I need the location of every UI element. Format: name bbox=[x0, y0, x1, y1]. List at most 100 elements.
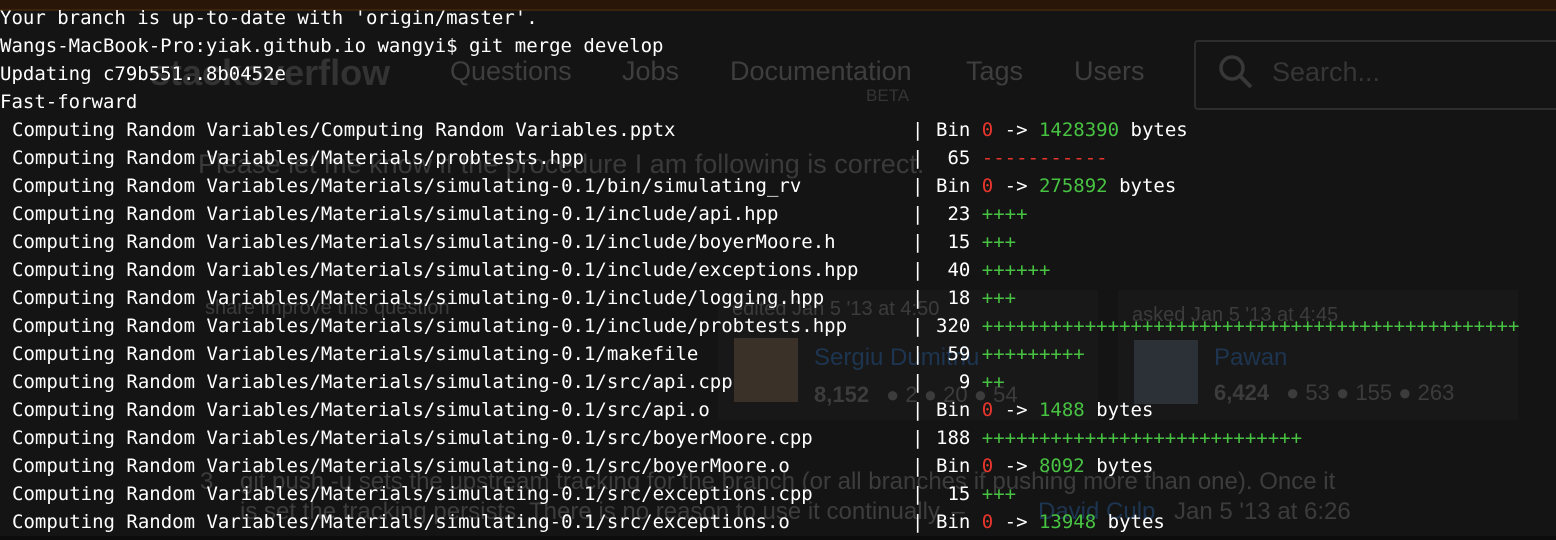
file-path: Computing Random Variables/Materials/sim… bbox=[12, 399, 710, 421]
change-count: 15 bbox=[936, 231, 982, 253]
terminal-command-line: Wangs-MacBook-Pro:yiak.github.io wangyi$… bbox=[0, 35, 664, 57]
change-stat: Bin 0 -> 1428390 bytes bbox=[936, 116, 1188, 144]
file-path: Computing Random Variables/Materials/sim… bbox=[12, 287, 825, 309]
change-stat: 18 +++ bbox=[936, 284, 1016, 312]
diffstat-row: Computing Random Variables/Materials/sim… bbox=[0, 368, 1556, 396]
diffstat-row: Computing Random Variables/Materials/sim… bbox=[0, 396, 1556, 424]
column-separator: | bbox=[912, 399, 924, 421]
change-count: 40 bbox=[936, 259, 982, 281]
column-separator: | bbox=[912, 511, 924, 533]
file-path: Computing Random Variables/Materials/sim… bbox=[12, 511, 790, 533]
bin-label: Bin bbox=[936, 399, 982, 421]
column-separator: | bbox=[912, 371, 924, 393]
bytes-after: 8092 bbox=[1038, 455, 1085, 477]
arrow: -> bbox=[993, 455, 1039, 477]
bytes-label: bytes bbox=[1107, 175, 1177, 197]
column-separator: | bbox=[912, 231, 924, 253]
terminal-window[interactable]: Your branch is up-to-date with 'origin/m… bbox=[0, 0, 1556, 540]
diffstat-row: Computing Random Variables/Materials/sim… bbox=[0, 312, 1556, 340]
bytes-before: 0 bbox=[981, 511, 994, 533]
bytes-after: 1428390 bbox=[1038, 119, 1120, 141]
bytes-after: 275892 bbox=[1038, 175, 1108, 197]
diffstat-row: Computing Random Variables/Materials/sim… bbox=[0, 256, 1556, 284]
additions-bar: +++ bbox=[981, 287, 1017, 309]
bytes-label: bytes bbox=[1084, 399, 1154, 421]
change-stat: Bin 0 -> 1488 bytes bbox=[936, 396, 1153, 424]
bin-label: Bin bbox=[936, 511, 982, 533]
change-count: 18 bbox=[936, 287, 982, 309]
additions-bar: ++++ bbox=[981, 203, 1028, 225]
bytes-after: 13948 bbox=[1038, 511, 1097, 533]
column-separator: | bbox=[912, 287, 924, 309]
column-separator: | bbox=[912, 147, 924, 169]
diffstat-row: Computing Random Variables/Materials/sim… bbox=[0, 452, 1556, 480]
bytes-before: 0 bbox=[981, 455, 994, 477]
file-path: Computing Random Variables/Materials/sim… bbox=[12, 175, 802, 197]
diffstat-list: Computing Random Variables/Computing Ran… bbox=[0, 116, 1556, 536]
change-stat: 188 ++++++++++++++++++++++++++++ bbox=[936, 424, 1302, 452]
change-stat: 40 ++++++ bbox=[936, 256, 1050, 284]
bytes-after: 1488 bbox=[1038, 399, 1085, 421]
additions-bar: ++++++++++++++++++++++++++++++++++++++++… bbox=[981, 315, 1520, 337]
bytes-label: bytes bbox=[1119, 119, 1188, 141]
deletions-bar: ----------- bbox=[981, 147, 1108, 169]
change-stat: 59 +++++++++ bbox=[936, 340, 1085, 368]
column-separator: | bbox=[912, 259, 924, 281]
file-path: Computing Random Variables/Materials/sim… bbox=[12, 483, 813, 505]
diffstat-row: Computing Random Variables/Materials/sim… bbox=[0, 172, 1556, 200]
terminal-fast-forward-line: Fast-forward bbox=[0, 91, 138, 113]
diffstat-row: Computing Random Variables/Materials/sim… bbox=[0, 480, 1556, 508]
diffstat-row: Computing Random Variables/Materials/sim… bbox=[0, 284, 1556, 312]
additions-bar: +++ bbox=[981, 483, 1017, 505]
change-stat: 320 ++++++++++++++++++++++++++++++++++++… bbox=[936, 312, 1519, 340]
change-count: 65 bbox=[936, 147, 982, 169]
diffstat-row: Computing Random Variables/Materials/sim… bbox=[0, 424, 1556, 452]
change-count: 23 bbox=[936, 203, 982, 225]
change-count: 15 bbox=[936, 483, 982, 505]
additions-bar: ++ bbox=[981, 371, 1005, 393]
additions-bar: +++++++++ bbox=[981, 343, 1085, 365]
change-count: 59 bbox=[936, 343, 982, 365]
additions-bar: ++++++ bbox=[981, 259, 1051, 281]
diffstat-row: Computing Random Variables/Materials/sim… bbox=[0, 228, 1556, 256]
column-separator: | bbox=[912, 315, 924, 337]
diffstat-row: Computing Random Variables/Materials/sim… bbox=[0, 200, 1556, 228]
bin-label: Bin bbox=[936, 119, 982, 141]
column-separator: | bbox=[912, 427, 924, 449]
file-path: Computing Random Variables/Materials/sim… bbox=[12, 259, 859, 281]
change-stat: Bin 0 -> 275892 bytes bbox=[936, 172, 1176, 200]
change-stat: 23 ++++ bbox=[936, 200, 1028, 228]
column-separator: | bbox=[912, 483, 924, 505]
change-stat: 15 +++ bbox=[936, 480, 1016, 508]
file-path: Computing Random Variables/Computing Ran… bbox=[12, 119, 676, 141]
bytes-before: 0 bbox=[981, 399, 994, 421]
terminal-updating-line: Updating c79b551..8b0452e bbox=[0, 63, 286, 85]
file-path: Computing Random Variables/Materials/sim… bbox=[12, 231, 836, 253]
change-stat: 9 ++ bbox=[936, 368, 1005, 396]
file-path: Computing Random Variables/Materials/sim… bbox=[12, 343, 699, 365]
column-separator: | bbox=[912, 119, 924, 141]
terminal-status-line: Your branch is up-to-date with 'origin/m… bbox=[0, 7, 538, 29]
arrow: -> bbox=[993, 511, 1039, 533]
column-separator: | bbox=[912, 343, 924, 365]
change-count: 188 bbox=[936, 427, 982, 449]
diffstat-row: Computing Random Variables/Materials/sim… bbox=[0, 340, 1556, 368]
bin-label: Bin bbox=[936, 175, 982, 197]
file-path: Computing Random Variables/Materials/sim… bbox=[12, 371, 733, 393]
file-path: Computing Random Variables/Materials/sim… bbox=[12, 455, 790, 477]
file-path: Computing Random Variables/Materials/sim… bbox=[12, 427, 813, 449]
bytes-label: bytes bbox=[1084, 455, 1154, 477]
file-path: Computing Random Variables/Materials/sim… bbox=[12, 315, 848, 337]
bytes-before: 0 bbox=[981, 119, 994, 141]
bytes-before: 0 bbox=[981, 175, 994, 197]
diffstat-row: Computing Random Variables/Materials/pro… bbox=[0, 144, 1556, 172]
arrow: -> bbox=[993, 175, 1039, 197]
column-separator: | bbox=[912, 175, 924, 197]
bin-label: Bin bbox=[936, 455, 982, 477]
column-separator: | bbox=[912, 455, 924, 477]
change-count: 9 bbox=[936, 371, 982, 393]
change-stat: 15 +++ bbox=[936, 228, 1016, 256]
additions-bar: +++ bbox=[981, 231, 1017, 253]
arrow: -> bbox=[993, 399, 1039, 421]
diffstat-row: Computing Random Variables/Materials/sim… bbox=[0, 508, 1556, 536]
